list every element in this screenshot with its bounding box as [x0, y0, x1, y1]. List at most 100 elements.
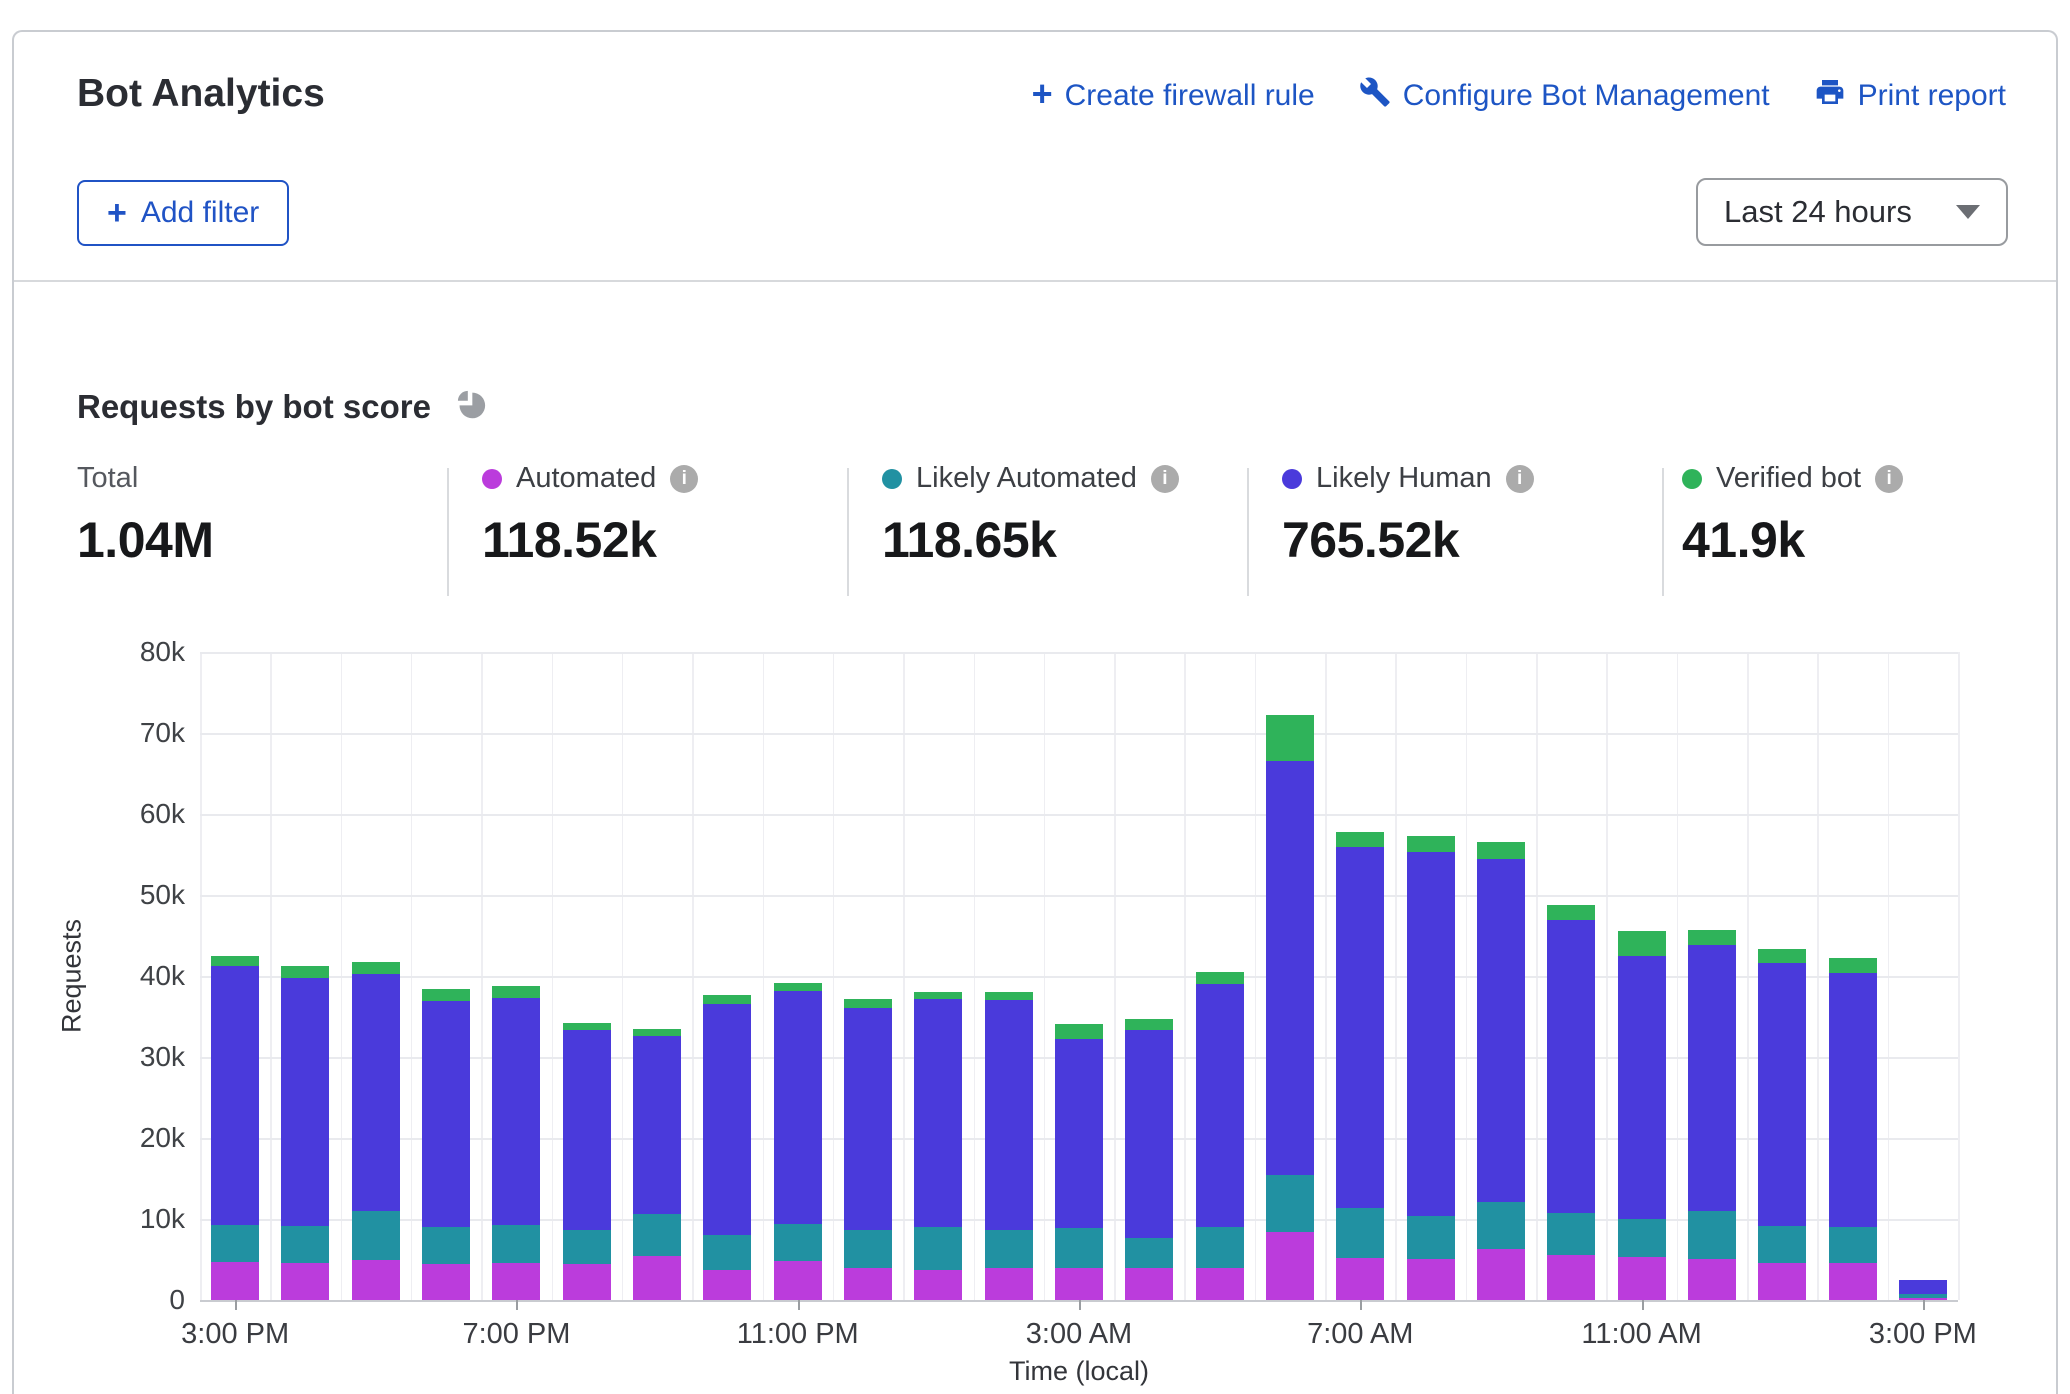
bar-2-00-am[interactable] [985, 992, 1033, 1300]
stat-divider [1247, 468, 1249, 596]
bar-8-00-am[interactable] [1407, 836, 1455, 1300]
stat-likely-automated: Likely Automatedi118.65k [882, 462, 1179, 569]
bar-6-00-pm[interactable] [422, 989, 470, 1300]
header-action-print-report[interactable]: Print report [1814, 76, 2006, 116]
bar-5-00-am[interactable] [1196, 972, 1244, 1300]
bar-9-00-pm[interactable] [633, 1029, 681, 1300]
segment-likely-automated [1618, 1219, 1666, 1257]
segment-likely-human [774, 991, 822, 1223]
segment-likely-human [844, 1008, 892, 1229]
segment-likely-automated [1196, 1227, 1244, 1268]
x-tick-label: 3:00 AM [1026, 1318, 1132, 1351]
header-action-label: Print report [1858, 79, 2006, 113]
segment-verified-bot [703, 995, 751, 1004]
segment-verified-bot [563, 1023, 611, 1030]
segment-automated [1829, 1263, 1877, 1300]
legend-dot [482, 469, 502, 489]
legend-dot [1682, 469, 1702, 489]
segment-likely-automated [422, 1227, 470, 1264]
horizontal-gridline [200, 733, 1958, 735]
time-range-dropdown[interactable]: Last 24 hours [1696, 178, 2008, 246]
bar-6-00-am[interactable] [1266, 715, 1314, 1300]
segment-automated [1336, 1258, 1384, 1300]
stat-value: 41.9k [1682, 511, 1903, 569]
plus-icon: + [1032, 79, 1053, 114]
x-tick-mark [798, 1300, 800, 1310]
x-tick-mark [235, 1300, 237, 1310]
info-icon[interactable]: i [1151, 465, 1179, 493]
bar-9-00-am[interactable] [1477, 842, 1525, 1300]
segment-verified-bot [1688, 930, 1736, 945]
bar-2-00-pm[interactable] [1829, 958, 1877, 1300]
bar-11-00-am[interactable] [1618, 931, 1666, 1300]
info-icon[interactable]: i [670, 465, 698, 493]
segment-automated [1266, 1232, 1314, 1300]
bar-8-00-pm[interactable] [563, 1023, 611, 1300]
add-filter-label: Add filter [141, 196, 259, 230]
info-icon[interactable]: i [1506, 465, 1534, 493]
bot-analytics-page: Bot Analytics +Create firewall ruleConfi… [0, 0, 2070, 1394]
bar-5-00-pm[interactable] [352, 962, 400, 1300]
segment-likely-automated [633, 1214, 681, 1256]
bar-3-00-pm[interactable] [1899, 1280, 1947, 1300]
bar-11-00-pm[interactable] [774, 983, 822, 1300]
time-range-value: Last 24 hours [1724, 194, 1912, 230]
segment-verified-bot [1407, 836, 1455, 852]
segment-verified-bot [422, 989, 470, 1001]
segment-verified-bot [352, 962, 400, 974]
segment-automated [1125, 1268, 1173, 1300]
stat-value: 1.04M [77, 511, 213, 569]
y-tick-label: 50k [140, 879, 185, 911]
bar-7-00-am[interactable] [1336, 832, 1384, 1300]
stat-value: 765.52k [1282, 511, 1534, 569]
segment-likely-human [1266, 761, 1314, 1176]
segment-likely-automated [703, 1235, 751, 1270]
bar-4-00-am[interactable] [1125, 1019, 1173, 1300]
bar-3-00-pm[interactable] [211, 956, 259, 1300]
bar-10-00-am[interactable] [1547, 905, 1595, 1300]
segment-verified-bot [774, 983, 822, 991]
segment-automated [422, 1264, 470, 1300]
segment-likely-automated [1266, 1175, 1314, 1232]
add-filter-button[interactable]: + Add filter [77, 180, 289, 246]
bar-4-00-pm[interactable] [281, 966, 329, 1300]
bar-1-00-pm[interactable] [1758, 949, 1806, 1300]
segment-likely-human [492, 998, 540, 1225]
stat-total: Total 1.04M [77, 462, 213, 569]
segment-verified-bot [1758, 949, 1806, 963]
header-action-create-firewall-rule[interactable]: +Create firewall rule [1032, 79, 1315, 114]
segment-likely-human [1125, 1030, 1173, 1238]
y-tick-label: 20k [140, 1122, 185, 1154]
bar-1-00-am[interactable] [914, 992, 962, 1300]
segment-automated [1477, 1249, 1525, 1300]
stat-label: Likely Human [1316, 462, 1492, 495]
info-icon[interactable]: i [1875, 465, 1903, 493]
header-action-label: Configure Bot Management [1403, 79, 1770, 113]
x-tick-mark [516, 1300, 518, 1310]
segment-automated [563, 1264, 611, 1300]
segment-likely-human [1547, 920, 1595, 1213]
stat-divider [847, 468, 849, 596]
bar-3-00-am[interactable] [1055, 1024, 1103, 1300]
segment-automated [1688, 1259, 1736, 1300]
segment-likely-human [281, 978, 329, 1225]
segment-automated [1055, 1268, 1103, 1300]
x-tick-label: 7:00 PM [462, 1318, 570, 1351]
segment-verified-bot [633, 1029, 681, 1036]
section-title: Requests by bot score [77, 388, 431, 426]
segment-likely-human [633, 1036, 681, 1214]
bar-10-00-pm[interactable] [703, 995, 751, 1300]
segment-verified-bot [1829, 958, 1877, 973]
segment-automated [1758, 1263, 1806, 1300]
x-tick-label: 7:00 AM [1307, 1318, 1413, 1351]
segment-verified-bot [1477, 842, 1525, 858]
segment-likely-automated [1125, 1238, 1173, 1269]
segment-verified-bot [844, 999, 892, 1009]
bar-7-00-pm[interactable] [492, 986, 540, 1300]
stat-label: Likely Automated [916, 462, 1137, 495]
bar-12-00-am[interactable] [844, 999, 892, 1300]
stat-label: Total [77, 462, 138, 495]
bar-12-00-pm[interactable] [1688, 930, 1736, 1300]
segment-verified-bot [492, 986, 540, 998]
header-action-configure-bot-management[interactable]: Configure Bot Management [1359, 76, 1770, 116]
